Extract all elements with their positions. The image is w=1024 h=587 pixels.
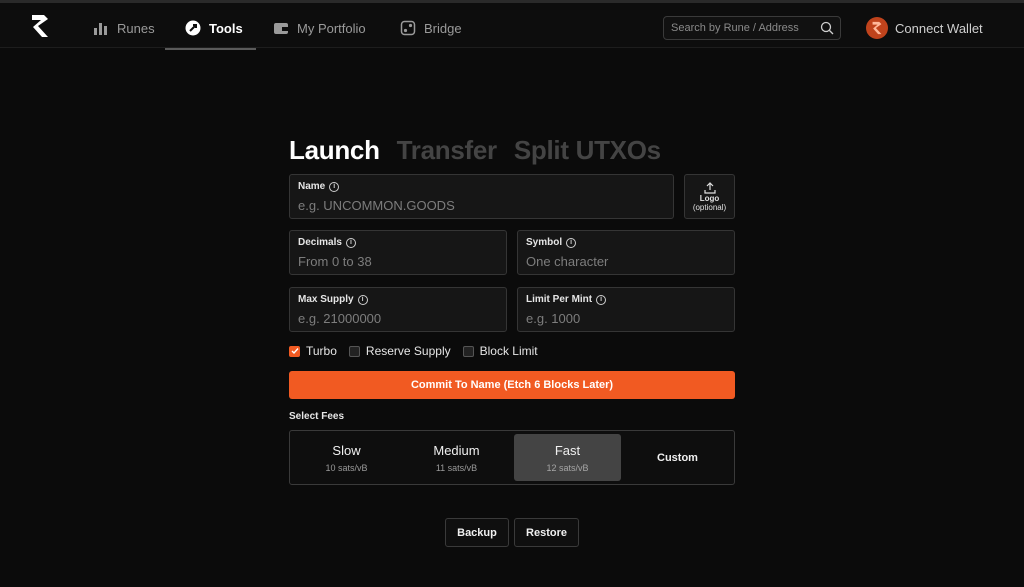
tab-transfer[interactable]: Transfer	[397, 135, 498, 166]
reserve-supply-label: Reserve Supply	[365, 344, 451, 358]
reserve-supply-checkbox[interactable]: Reserve Supply	[348, 344, 451, 358]
info-icon[interactable]: i	[345, 237, 356, 248]
max-supply-label: Max Supply	[298, 294, 354, 305]
commit-to-name-button[interactable]: Commit To Name (Etch 6 Blocks Later)	[289, 371, 735, 399]
avatar	[866, 17, 888, 39]
turbo-label: Turbo	[306, 344, 337, 358]
app-logo[interactable]	[31, 14, 49, 38]
nav-bridge[interactable]: Bridge	[400, 6, 462, 50]
backup-button[interactable]: Backup	[445, 518, 509, 547]
block-limit-label: Block Limit	[479, 344, 538, 358]
fee-rate: 11 sats/vB	[435, 462, 478, 473]
logo-label: Logo	[699, 193, 720, 203]
search-box	[663, 16, 841, 40]
name-label: Name	[298, 181, 326, 192]
fee-rate: 10 sats/vB	[325, 462, 368, 473]
fee-name: Slow	[332, 442, 361, 458]
info-icon[interactable]: i	[596, 294, 607, 305]
limit-per-mint-field: Limit Per Mint i	[517, 287, 735, 332]
fee-option-fast[interactable]: Fast 12 sats/vB	[514, 434, 621, 481]
active-tab-indicator	[165, 48, 256, 50]
select-fees-title: Select Fees	[289, 411, 345, 422]
top-navbar: Runes Tools My Portfolio Bridge Search b…	[0, 0, 1024, 50]
logo-upload-button[interactable]: Logo (optional)	[684, 174, 735, 219]
nav-my-portfolio[interactable]: My Portfolio	[273, 6, 366, 50]
checkbox-icon[interactable]	[348, 345, 360, 357]
fee-name: Fast	[554, 442, 581, 458]
decimals-field: Decimals i	[289, 230, 507, 275]
fee-option-custom[interactable]: Custom	[624, 434, 731, 481]
nav-my-portfolio-label: My Portfolio	[297, 20, 366, 36]
upload-icon	[703, 181, 716, 194]
nav-tools-label: Tools	[209, 20, 243, 36]
bar-chart-icon	[94, 23, 107, 35]
name-field: Name i	[289, 174, 674, 219]
info-icon[interactable]: i	[329, 181, 340, 192]
decimals-input[interactable]	[298, 254, 498, 269]
options-row: Turbo Reserve Supply Block Limit	[289, 344, 550, 358]
tools-icon	[185, 20, 201, 36]
search-input[interactable]	[671, 22, 816, 34]
nav-tools[interactable]: Tools	[185, 6, 243, 50]
limit-per-mint-label: Limit Per Mint	[526, 294, 593, 305]
symbol-input[interactable]	[526, 254, 726, 269]
turbo-checkbox[interactable]: Turbo	[289, 344, 337, 358]
name-input[interactable]	[298, 198, 665, 213]
wallet-icon	[274, 23, 288, 34]
connect-wallet-button[interactable]: Connect Wallet	[866, 17, 983, 39]
fee-option-slow[interactable]: Slow 10 sats/vB	[293, 434, 400, 481]
fee-name: Medium	[433, 442, 480, 458]
info-icon[interactable]: i	[357, 294, 368, 305]
checkbox-icon[interactable]	[462, 345, 474, 357]
logo-mark-icon	[872, 21, 882, 35]
bridge-icon	[400, 20, 416, 36]
block-limit-checkbox[interactable]: Block Limit	[462, 344, 538, 358]
tab-split-utxos[interactable]: Split UTXOs	[514, 135, 661, 166]
fee-selector: Slow 10 sats/vB Medium 11 sats/vB Fast 1…	[289, 430, 735, 485]
fee-name: Custom	[657, 451, 698, 464]
symbol-label: Symbol	[526, 237, 563, 248]
info-icon[interactable]: i	[566, 237, 577, 248]
nav-runes[interactable]: Runes	[93, 6, 155, 50]
decimals-label: Decimals	[298, 237, 342, 248]
tab-launch[interactable]: Launch	[289, 135, 380, 166]
logo-optional-label: (optional)	[692, 202, 727, 212]
checkbox-checked-icon[interactable]	[289, 345, 300, 357]
max-supply-input[interactable]	[298, 311, 498, 326]
connect-wallet-label: Connect Wallet	[895, 20, 983, 36]
nav-bridge-label: Bridge	[424, 20, 462, 36]
nav-runes-label: Runes	[117, 20, 155, 36]
search-icon[interactable]	[820, 21, 834, 35]
fee-rate: 12 sats/vB	[546, 462, 589, 473]
restore-button[interactable]: Restore	[514, 518, 579, 547]
mode-tabs: Launch Transfer Split UTXOs	[289, 135, 661, 166]
max-supply-field: Max Supply i	[289, 287, 507, 332]
symbol-field: Symbol i	[517, 230, 735, 275]
limit-per-mint-input[interactable]	[526, 311, 726, 326]
fee-option-medium[interactable]: Medium 11 sats/vB	[403, 434, 510, 481]
